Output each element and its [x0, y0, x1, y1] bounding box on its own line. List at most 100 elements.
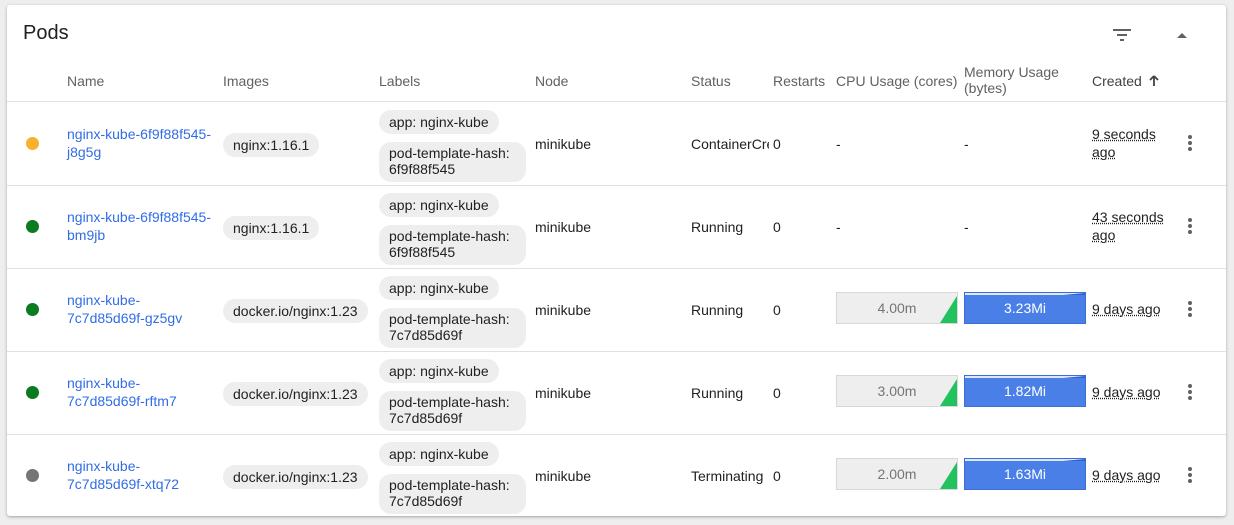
- created-time: 9 seconds ago: [1092, 125, 1156, 161]
- restarts-value: 0: [773, 468, 781, 484]
- more-vert-icon[interactable]: [1180, 131, 1200, 155]
- label-chip: app: nginx-kube: [379, 193, 499, 217]
- status-indicator-icon: [26, 220, 39, 233]
- label-chip: pod-template-hash: 7c7d85d69f: [379, 391, 526, 431]
- table-row: nginx-kube-6f9f88f545- bm9jb nginx:1.16.…: [7, 185, 1226, 269]
- filter-icon[interactable]: [1110, 23, 1134, 47]
- pod-name-line1: nginx-kube-: [67, 458, 141, 474]
- cpu-sparkline: 3.00m: [836, 375, 958, 407]
- col-header-name[interactable]: Name: [67, 73, 104, 89]
- pod-name-line1: nginx-kube-6f9f88f545-: [67, 209, 211, 225]
- label-chip: pod-template-hash: 6f9f88f545: [379, 225, 526, 265]
- created-line1: 9 days ago: [1092, 384, 1161, 400]
- chevron-up-icon[interactable]: [1170, 23, 1194, 47]
- label-chip: pod-template-hash: 6f9f88f545: [379, 142, 526, 182]
- cpu-sparkline: 2.00m: [836, 458, 958, 490]
- node-value: minikube: [535, 468, 592, 484]
- table-row: nginx-kube- 7c7d85d69f-gz5gv docker.io/n…: [7, 268, 1226, 352]
- cpu-value: -: [836, 219, 841, 235]
- status-value: Running: [691, 219, 744, 235]
- node-value: minikube: [535, 136, 592, 152]
- memory-value: -: [964, 136, 969, 152]
- status-value: Terminating: [691, 468, 764, 484]
- cpu-value: 3.00m: [877, 383, 917, 399]
- table-row: nginx-kube-6f9f88f545- j8g5g nginx:1.16.…: [7, 102, 1226, 186]
- col-header-node[interactable]: Node: [535, 73, 568, 89]
- memory-value: 3.23Mi: [1003, 300, 1047, 316]
- col-header-memory-line1: Memory Usage: [964, 64, 1059, 80]
- col-header-created-label: Created: [1092, 73, 1142, 89]
- cpu-value: 2.00m: [877, 466, 917, 482]
- image-chip: nginx:1.16.1: [223, 133, 320, 157]
- created-line1: 9 seconds: [1092, 126, 1156, 142]
- pod-name-line2: 7c7d85d69f-xtq72: [67, 476, 180, 492]
- created-time: 43 seconds ago: [1092, 208, 1164, 244]
- col-header-labels: Labels: [379, 73, 421, 89]
- memory-value: -: [964, 219, 969, 235]
- created-line1: 9 days ago: [1092, 301, 1161, 317]
- status-value: ContainerCreating: [691, 136, 769, 152]
- col-header-restarts: Restarts: [773, 73, 826, 89]
- image-chip: docker.io/nginx:1.23: [223, 299, 368, 323]
- status-value: Running: [691, 385, 744, 401]
- memory-value: 1.63Mi: [1003, 466, 1047, 482]
- pod-name-link[interactable]: nginx-kube- 7c7d85d69f-rftm7: [67, 374, 217, 410]
- created-line1: 9 days ago: [1092, 467, 1161, 483]
- pod-name-link[interactable]: nginx-kube- 7c7d85d69f-gz5gv: [67, 291, 217, 327]
- label-chip: pod-template-hash: 7c7d85d69f: [379, 308, 526, 348]
- label-chip: app: nginx-kube: [379, 442, 499, 466]
- status-indicator-icon: [26, 137, 39, 150]
- created-time: 9 days ago: [1092, 383, 1161, 401]
- memory-sparkline: 3.23Mi: [964, 292, 1086, 324]
- table-row: nginx-kube- 7c7d85d69f-xtq72 docker.io/n…: [7, 434, 1226, 516]
- table-row: nginx-kube- 7c7d85d69f-rftm7 docker.io/n…: [7, 351, 1226, 435]
- created-line2: ago: [1092, 144, 1116, 160]
- cpu-value: -: [836, 136, 841, 152]
- arrow-up-icon: [1149, 75, 1159, 86]
- more-vert-icon[interactable]: [1180, 380, 1200, 404]
- pod-name-link[interactable]: nginx-kube-6f9f88f545- j8g5g: [67, 125, 217, 161]
- pods-card: Pods Name Images Labels Node Status Rest…: [7, 5, 1226, 516]
- status-indicator-icon: [26, 469, 39, 482]
- label-chip: pod-template-hash: 7c7d85d69f: [379, 474, 526, 514]
- status-indicator-icon: [26, 386, 39, 399]
- col-header-cpu: CPU Usage (cores): [836, 73, 958, 89]
- label-chip: app: nginx-kube: [379, 359, 499, 383]
- col-header-status: Status: [691, 73, 731, 89]
- image-chip: nginx:1.16.1: [223, 216, 320, 240]
- pod-name-line1: nginx-kube-: [67, 292, 141, 308]
- node-value: minikube: [535, 219, 592, 235]
- more-vert-icon[interactable]: [1180, 463, 1200, 487]
- memory-sparkline: 1.82Mi: [964, 375, 1086, 407]
- restarts-value: 0: [773, 302, 781, 318]
- more-vert-icon[interactable]: [1180, 214, 1200, 238]
- col-header-memory: Memory Usage (bytes): [964, 64, 1059, 96]
- label-chip: app: nginx-kube: [379, 110, 499, 134]
- pod-name-link[interactable]: nginx-kube-6f9f88f545- bm9jb: [67, 208, 217, 244]
- pod-name-line1: nginx-kube-6f9f88f545-: [67, 126, 211, 142]
- created-time: 9 days ago: [1092, 300, 1161, 318]
- pod-name-line2: 7c7d85d69f-gz5gv: [67, 310, 183, 326]
- pod-name-link[interactable]: nginx-kube- 7c7d85d69f-xtq72: [67, 457, 217, 493]
- restarts-value: 0: [773, 385, 781, 401]
- pod-name-line1: nginx-kube-: [67, 375, 141, 391]
- col-header-created[interactable]: Created: [1092, 73, 1159, 89]
- image-chip: docker.io/nginx:1.23: [223, 382, 368, 406]
- more-vert-icon[interactable]: [1180, 297, 1200, 321]
- pod-name-line2: bm9jb: [67, 227, 106, 243]
- created-line2: ago: [1092, 227, 1116, 243]
- memory-sparkline: 1.63Mi: [964, 458, 1086, 490]
- node-value: minikube: [535, 385, 592, 401]
- node-value: minikube: [535, 302, 592, 318]
- card-title: Pods: [23, 22, 69, 44]
- pod-name-line2: j8g5g: [67, 144, 102, 160]
- pod-name-line2: 7c7d85d69f-rftm7: [67, 393, 177, 409]
- image-chip: docker.io/nginx:1.23: [223, 465, 368, 489]
- cpu-value: 4.00m: [877, 300, 917, 316]
- label-chip: app: nginx-kube: [379, 276, 499, 300]
- created-time: 9 days ago: [1092, 466, 1161, 484]
- cpu-sparkline: 4.00m: [836, 292, 958, 324]
- created-line1: 43 seconds: [1092, 209, 1164, 225]
- restarts-value: 0: [773, 136, 781, 152]
- memory-value: 1.82Mi: [1003, 383, 1047, 399]
